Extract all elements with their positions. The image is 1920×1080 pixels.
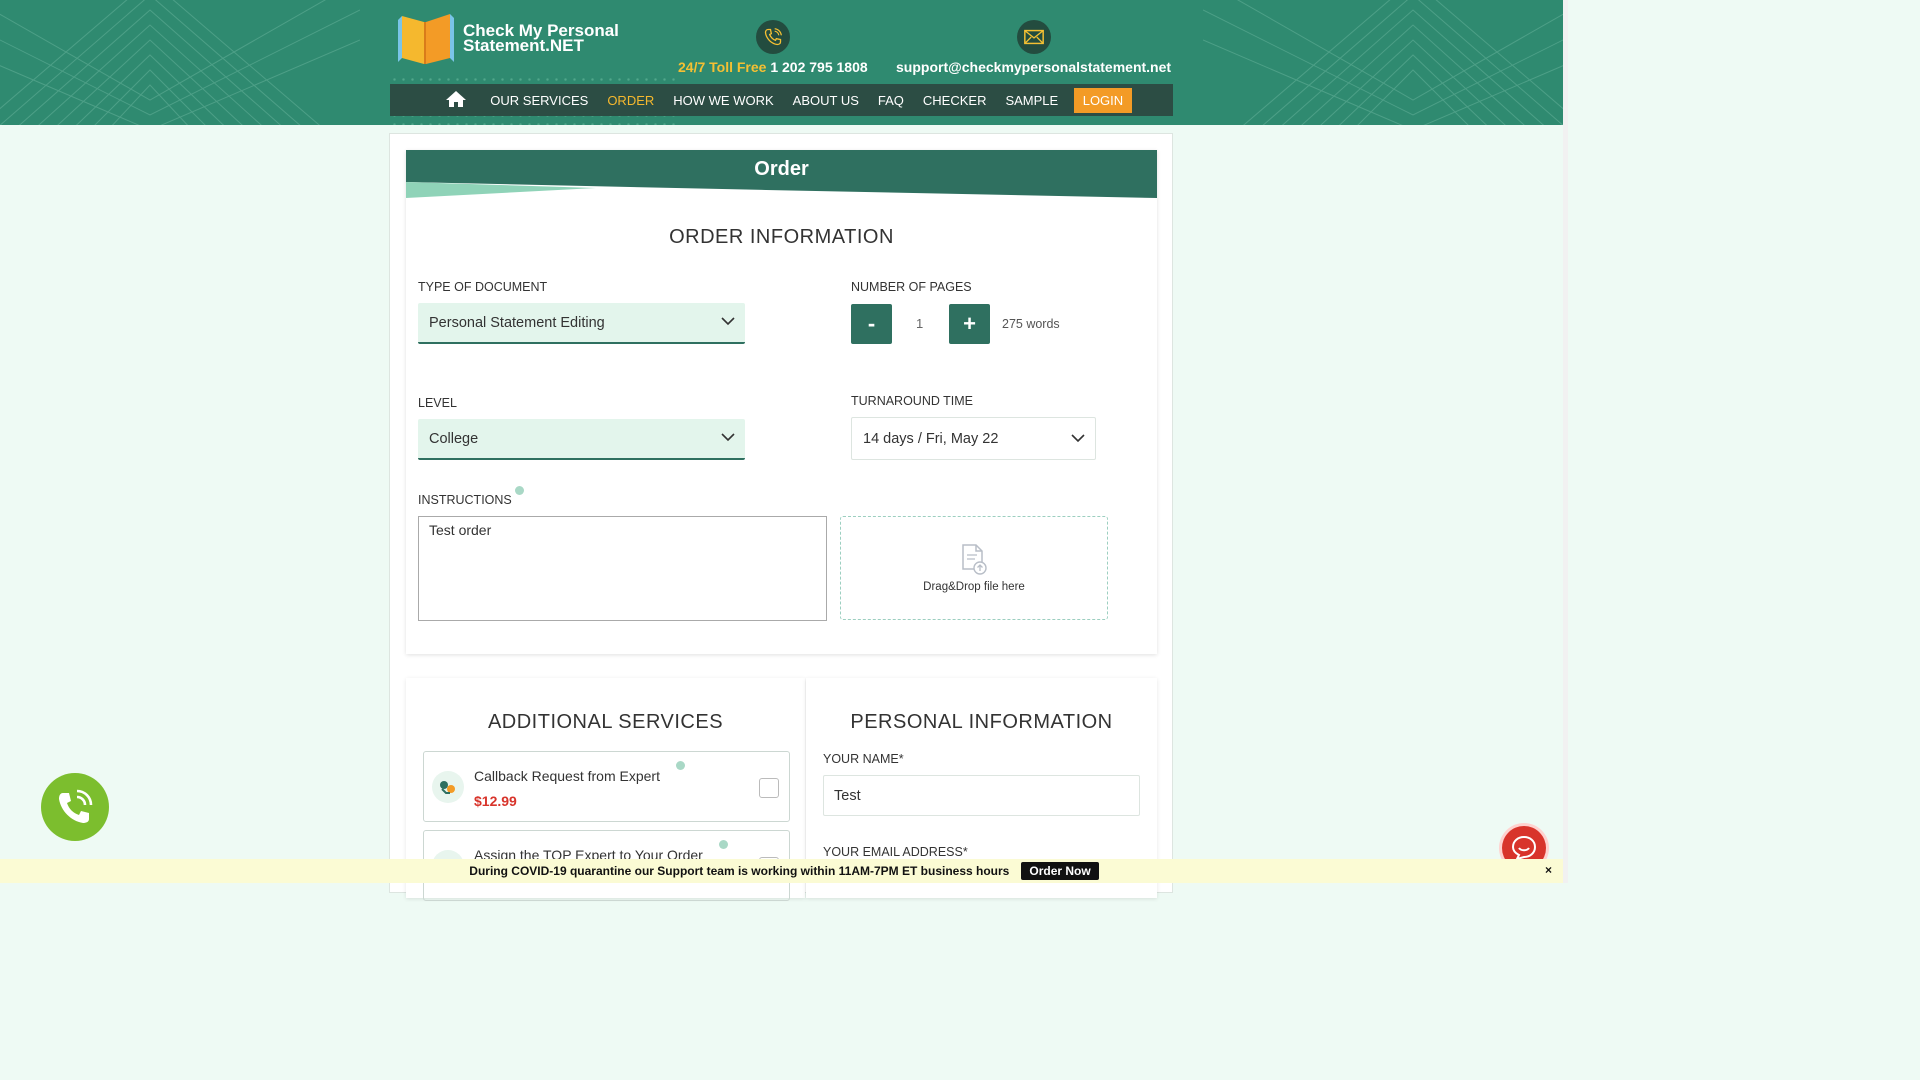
word-count: 275 words (1002, 317, 1060, 331)
instructions-label: INSTRUCTIONS (418, 493, 512, 507)
level-value: College (429, 430, 479, 447)
nav-home[interactable] (431, 90, 481, 111)
order-title: Order (754, 158, 809, 180)
login-button[interactable]: LOGIN (1073, 87, 1133, 113)
order-card: Order ORDER INFORMATION TYPE OF DOCUMENT… (406, 150, 1157, 654)
order-information-title: ORDER INFORMATION (669, 226, 894, 248)
decorative-lines (1203, 0, 1563, 125)
phone-number[interactable]: 1 202 795 1808 (770, 59, 867, 75)
info-icon[interactable] (676, 761, 685, 770)
close-icon[interactable]: × (1545, 863, 1552, 877)
service-price: $12.99 (474, 793, 517, 809)
personal-information-title: PERSONAL INFORMATION (850, 711, 1113, 733)
turnaround-time-select[interactable]: 14 days / Fri, May 22 (851, 417, 1096, 460)
nav-faq[interactable]: FAQ (868, 93, 913, 108)
info-icon[interactable] (515, 486, 524, 495)
nav-our-services[interactable]: OUR SERVICES (481, 93, 598, 108)
phone-contact[interactable]: 24/7 Toll Free 1 202 795 1808 (678, 20, 868, 75)
turnaround-time-label: TURNAROUND TIME (851, 394, 973, 408)
increase-pages-button[interactable]: + (949, 304, 990, 344)
book-logo-icon (398, 14, 454, 64)
email-address[interactable]: support@checkmypersonalstatement.net (896, 59, 1171, 75)
nav-about-us[interactable]: ABOUT US (783, 93, 868, 108)
your-name-input[interactable]: Test (823, 775, 1140, 816)
main-content: Order ORDER INFORMATION TYPE OF DOCUMENT… (389, 133, 1173, 901)
logo-line-2: Statement.NET (463, 36, 584, 55)
order-now-button[interactable]: Order Now (1021, 862, 1099, 880)
phone-text: 24/7 Toll Free 1 202 795 1808 (678, 59, 868, 75)
decrease-pages-button[interactable]: - (851, 304, 892, 344)
site-header: Check My Personal Statement.NET 24/7 Tol… (0, 0, 1563, 125)
pages-count[interactable]: 1 (916, 316, 923, 331)
phone-icon (59, 789, 93, 823)
email-contact[interactable]: support@checkmypersonalstatement.net (896, 20, 1171, 75)
additional-services-title: ADDITIONAL SERVICES (487, 711, 724, 733)
site-logo[interactable]: Check My Personal Statement.NET (396, 10, 619, 66)
type-of-document-select[interactable]: Personal Statement Editing (418, 303, 745, 344)
callback-icon (432, 771, 464, 803)
service-callback[interactable]: Callback Request from Expert $12.99 (423, 751, 790, 822)
turnaround-time-value: 14 days / Fri, May 22 (863, 430, 999, 447)
number-of-pages-label: NUMBER OF PAGES (851, 280, 972, 294)
scrollbar[interactable] (1563, 0, 1568, 883)
your-email-label: YOUR EMAIL ADDRESS* (823, 845, 968, 859)
banner-text: During COVID-19 quarantine our Support t… (469, 864, 1010, 878)
chevron-down-icon (721, 317, 735, 326)
covid-notice-banner: During COVID-19 quarantine our Support t… (0, 859, 1568, 883)
instructions-textarea[interactable]: Test order (418, 516, 827, 621)
service-name: Callback Request from Expert (474, 768, 660, 784)
main-nav: OUR SERVICES ORDER HOW WE WORK ABOUT US … (390, 84, 1173, 116)
chevron-down-icon (721, 433, 735, 442)
nav-order[interactable]: ORDER (598, 93, 664, 108)
call-button[interactable] (41, 773, 109, 841)
your-name-label: YOUR NAME* (823, 752, 904, 766)
nav-sample[interactable]: SAMPLE (996, 93, 1068, 108)
level-select[interactable]: College (418, 419, 745, 460)
decorative-lines (0, 0, 360, 125)
chevron-down-icon (1071, 434, 1085, 443)
home-icon (445, 90, 466, 107)
service-checkbox[interactable] (759, 778, 779, 798)
upload-file-icon (962, 544, 987, 575)
level-label: LEVEL (418, 396, 457, 410)
nav-how-we-work[interactable]: HOW WE WORK (664, 93, 783, 108)
envelope-icon (1016, 20, 1051, 54)
file-drop-zone[interactable]: Drag&Drop file here (840, 516, 1108, 620)
order-header: Order (406, 150, 1157, 198)
chat-icon (1511, 835, 1537, 861)
type-of-document-value: Personal Statement Editing (429, 314, 605, 331)
nav-checker[interactable]: CHECKER (913, 93, 996, 108)
drop-zone-label: Drag&Drop file here (923, 581, 1025, 593)
type-of-document-label: TYPE OF DOCUMENT (418, 280, 548, 294)
info-icon[interactable] (719, 840, 728, 849)
phone-icon (755, 20, 790, 54)
logo-text: Check My Personal Statement.NET (463, 22, 619, 55)
toll-free-label: 24/7 Toll Free (678, 59, 767, 75)
